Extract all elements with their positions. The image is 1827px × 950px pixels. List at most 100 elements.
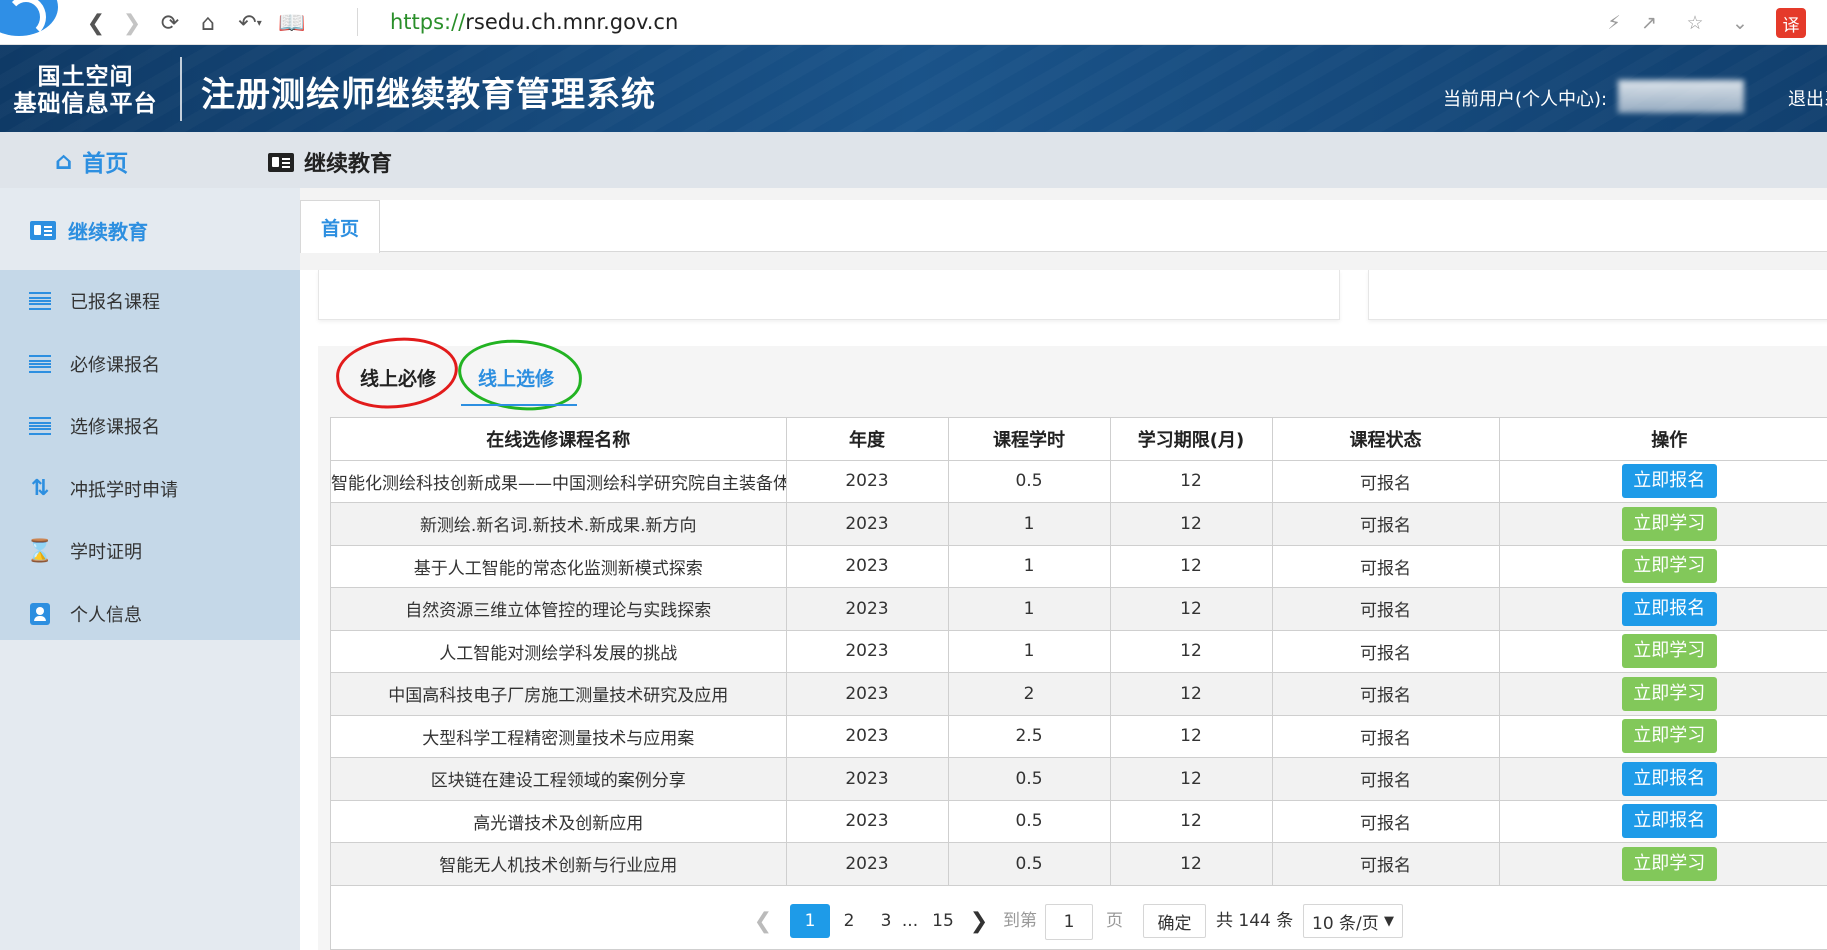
top-nav-continuing-education[interactable]: 继续教育 [268,146,392,178]
sidebar-item-label: 选修课报名 [70,417,160,439]
year-cell: 2023 [785,459,949,503]
period-cell: 12 [1109,459,1273,503]
sidebar-item-label: 个人信息 [70,604,142,626]
course-name-cell: 中国高科技电子厂房施工测量技术研究及应用 [331,672,787,716]
top-nav-edu-label: 继续教育 [304,152,393,177]
reload-icon[interactable]: ⟳ [156,9,184,37]
address-bar[interactable]: https://rsedu.ch.mnr.gov.cn [390,9,678,35]
prev-page-icon[interactable]: ❮ [751,904,775,938]
year-cell: 2023 [785,587,949,631]
hours-cell: 0.5 [947,842,1111,886]
study-button[interactable]: 立即学习 [1621,549,1717,584]
compress-icon: ⇅ [30,475,50,501]
url-separator [357,8,358,36]
hours-cell: 0.5 [947,757,1111,801]
undo-icon[interactable]: ↶ ▾ [232,9,268,37]
page-tab-bar: 首页 [300,200,1827,253]
hours-cell: 1 [947,629,1111,673]
sidebar-item-elective-signup[interactable]: 选修课报名 [0,395,300,458]
home-icon[interactable]: ⌂ [194,9,222,37]
signup-button[interactable]: 立即报名 [1621,591,1717,626]
table-row: 智能无人机技术创新与行业应用 2023 0.5 12 可报名 立即学习 [331,842,1827,886]
sidebar-item-label: 冲抵学时申请 [70,479,178,501]
sidebar-item-label: 必修课报名 [70,354,160,376]
back-icon[interactable]: ❮ [82,9,110,37]
hours-cell: 2 [947,672,1111,716]
sidebar-title[interactable]: 继续教育 [0,202,300,258]
page-button-current[interactable]: 1 [790,904,830,938]
pagination: ❮ 1 2 3 ... 15 ❯ 到第 页 确定 共 144 条 10 条/页 … [331,895,1827,949]
next-page-icon[interactable]: ❯ [967,904,991,938]
study-button[interactable]: 立即学习 [1621,676,1717,711]
active-tab-underline [461,404,577,406]
signup-button[interactable]: 立即报名 [1621,761,1717,796]
study-button[interactable]: 立即学习 [1621,846,1717,881]
column-header: 学习期限(月) [1109,418,1273,461]
page-button[interactable]: 2 [831,904,867,938]
study-button[interactable]: 立即学习 [1621,634,1717,669]
hours-cell: 2.5 [947,714,1111,758]
system-title: 注册测绘师继续教育管理系统 [201,75,656,115]
study-button[interactable]: 立即学习 [1621,719,1717,754]
goto-confirm-button[interactable]: 确定 [1143,904,1206,938]
study-button[interactable]: 立即学习 [1621,506,1717,541]
sidebar-item-registered-courses[interactable]: 已报名课程 [0,270,300,333]
content-scroll-area[interactable]: 线上必修 线上选修 在线选修课程名称 年度 课程学时 学习期限(月) 课程状态 … [300,270,1827,950]
status-cell: 可报名 [1271,799,1500,843]
course-name-cell: 高光谱技术及创新应用 [331,799,787,843]
tab-home[interactable]: 首页 [300,200,380,253]
page-button-last[interactable]: 15 [923,904,963,938]
action-cell: 立即学习 [1498,629,1827,673]
page-unit-label: 页 [1106,911,1123,931]
action-cell: 立即学习 [1498,842,1827,886]
current-user-label[interactable]: 当前用户(个人中心): [1443,85,1607,111]
sidebar-item-offset-hours[interactable]: ⇅ 冲抵学时申请 [0,458,300,521]
sidebar-title-label: 继续教育 [68,219,148,244]
tab-online-elective[interactable]: 线上选修 [478,364,554,401]
page-size-select[interactable]: 10 条/页 ▼ [1303,904,1403,938]
sidebar-item-hours-certificate[interactable]: ⌛ 学时证明 [0,520,300,583]
list-icon [28,291,52,311]
sidebar-item-required-signup[interactable]: 必修课报名 [0,333,300,396]
signup-button[interactable]: 立即报名 [1621,804,1717,839]
course-tab-bar: 线上必修 线上选修 [318,333,1827,414]
hours-cell: 0.5 [947,459,1111,503]
user-name-redacted[interactable] [1618,80,1744,113]
site-header: 国土空间 基础信息平台 注册测绘师继续教育管理系统 当前用户(个人中心): 退出… [0,45,1827,132]
header-divider [180,57,182,121]
status-cell: 可报名 [1271,757,1500,801]
action-cell: 立即报名 [1498,799,1827,843]
action-cell: 立即学习 [1498,544,1827,588]
sidebar-item-personal-info[interactable]: 个人信息 [0,583,300,646]
course-name-cell: 人工智能对测绘学科发展的挑战 [331,629,787,673]
period-cell: 12 [1109,842,1273,886]
star-icon[interactable]: ☆ [1682,10,1708,36]
signup-button[interactable]: 立即报名 [1621,464,1717,499]
action-cell: 立即报名 [1498,587,1827,631]
share-icon[interactable]: ↗ [1636,10,1662,36]
course-panel: 线上必修 线上选修 在线选修课程名称 年度 课程学时 学习期限(月) 课程状态 … [318,333,1827,950]
course-name-cell: 大型科学工程精密测量技术与应用案 [331,714,787,758]
course-name-cell: 自然资源三维立体管控的理论与实践探索 [331,587,787,631]
lightning-icon[interactable]: ⚡ [1601,10,1627,36]
forward-icon[interactable]: ❯ [118,9,146,37]
hourglass-icon: ⌛ [26,538,54,564]
chevron-down-icon[interactable]: ⌄ [1727,10,1753,36]
table-row: 自然资源三维立体管控的理论与实践探索 2023 1 12 可报名 立即报名 [331,587,1827,631]
table-row: 高光谱技术及创新应用 2023 0.5 12 可报名 立即报名 [331,799,1827,843]
tab-online-required[interactable]: 线上必修 [360,364,436,401]
browser-toolbar: ❮ ❯ ⟳ ⌂ ↶ ▾ 📖 https://rsedu.ch.mnr.gov.cn… [0,0,1827,45]
logout-link[interactable]: 退出系 [1788,85,1827,111]
reader-icon[interactable]: 📖 [278,9,306,37]
action-cell: 立即学习 [1498,714,1827,758]
status-cell: 可报名 [1271,544,1500,588]
period-cell: 12 [1109,799,1273,843]
top-nav-home[interactable]: ⌂ 首页 [55,144,128,178]
translate-icon[interactable]: 译 [1776,8,1806,38]
url-host: rsedu.ch.mnr.gov.cn [465,10,679,34]
course-table: 在线选修课程名称 年度 课程学时 学习期限(月) 课程状态 操作 智能化测绘科技… [330,417,1827,950]
top-nav: ⌂ 首页 继续教育 [0,132,1827,188]
id-card-icon [268,152,294,172]
year-cell: 2023 [785,714,949,758]
goto-page-input[interactable] [1045,904,1093,940]
